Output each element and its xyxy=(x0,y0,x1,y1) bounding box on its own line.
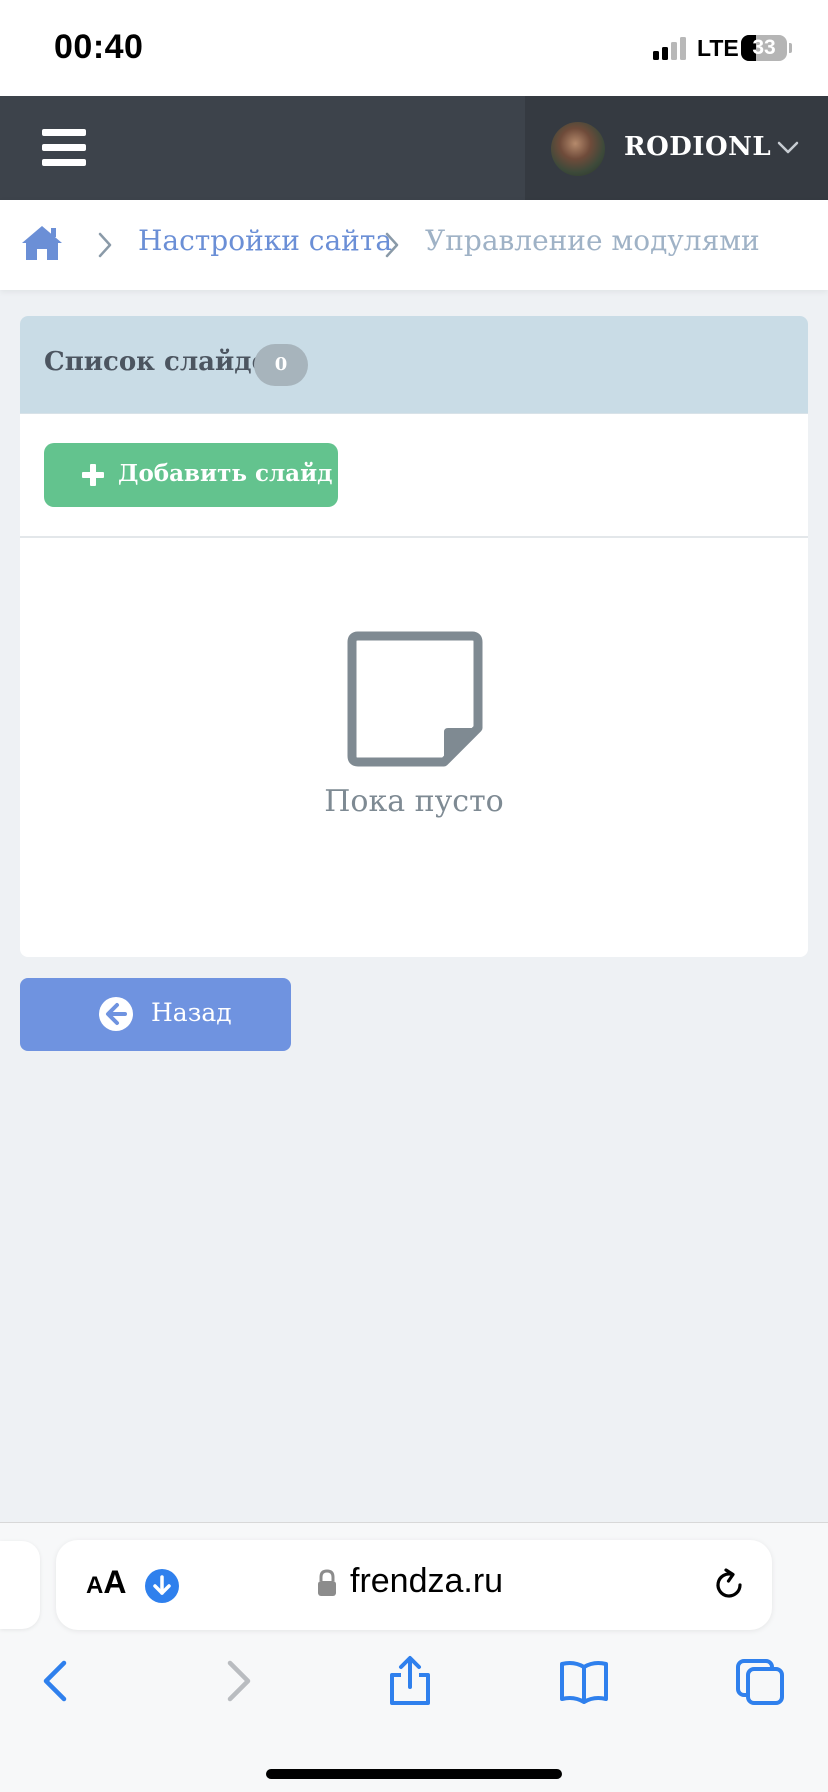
add-slide-button[interactable]: Добавить слайд xyxy=(44,443,338,507)
tabs-icon[interactable] xyxy=(734,1655,786,1707)
battery-nub xyxy=(789,43,792,53)
avatar[interactable] xyxy=(551,122,605,176)
battery-percent: 33 xyxy=(752,36,776,59)
hamburger-icon[interactable] xyxy=(42,129,86,167)
panel-title: Список слайдов xyxy=(44,347,288,377)
home-icon[interactable] xyxy=(20,224,64,262)
url-domain[interactable]: frendza.ru xyxy=(350,1562,503,1601)
empty-note-icon xyxy=(347,631,483,767)
previous-tab-preview[interactable] xyxy=(0,1541,40,1629)
add-slide-label: Добавить слайд xyxy=(118,460,333,487)
status-time: 00:40 xyxy=(54,28,144,66)
battery-icon: 33 xyxy=(741,35,787,61)
back-icon[interactable] xyxy=(32,1655,84,1707)
back-button[interactable]: Назад xyxy=(20,978,291,1051)
panel-header: Список слайдов 0 xyxy=(20,316,808,414)
back-button-label: Назад xyxy=(151,998,232,1027)
user-menu[interactable]: RODIONL xyxy=(525,96,828,200)
arrow-circle-left-icon xyxy=(99,997,133,1031)
chevron-right-icon xyxy=(385,232,399,258)
top-navbar: RODIONL xyxy=(0,96,828,200)
slides-panel: Список слайдов 0 Добавить слайд Пока пус… xyxy=(20,316,808,957)
text-size-button[interactable]: AA xyxy=(86,1564,126,1601)
plus-icon xyxy=(82,464,104,486)
status-bar: 00:40 LTE 33 xyxy=(0,0,828,96)
chevron-right-icon xyxy=(98,232,112,258)
forward-icon[interactable] xyxy=(210,1655,262,1707)
breadcrumb: Настройки сайта Управление модулями xyxy=(0,200,828,290)
address-bar[interactable]: AA frendza.ru xyxy=(56,1540,772,1630)
slides-count-badge: 0 xyxy=(254,344,308,386)
username[interactable]: RODIONL xyxy=(624,132,771,162)
reload-icon[interactable] xyxy=(710,1566,748,1604)
browser-toolbar: AA frendza.ru xyxy=(0,1522,828,1792)
download-icon[interactable] xyxy=(144,1568,180,1604)
chevron-down-icon[interactable] xyxy=(777,136,799,158)
breadcrumb-link-site-settings[interactable]: Настройки сайта xyxy=(138,224,392,257)
empty-state-text: Пока пусто xyxy=(324,784,504,819)
lock-icon xyxy=(318,1569,336,1596)
cellular-signal-icon xyxy=(653,36,689,60)
breadcrumb-current-page: Управление модулями xyxy=(425,224,760,257)
panel-toolbar: Добавить слайд xyxy=(20,414,808,538)
home-indicator xyxy=(266,1769,562,1779)
share-icon[interactable] xyxy=(384,1655,436,1707)
network-type: LTE xyxy=(697,35,739,61)
bookmarks-icon[interactable] xyxy=(558,1655,610,1707)
